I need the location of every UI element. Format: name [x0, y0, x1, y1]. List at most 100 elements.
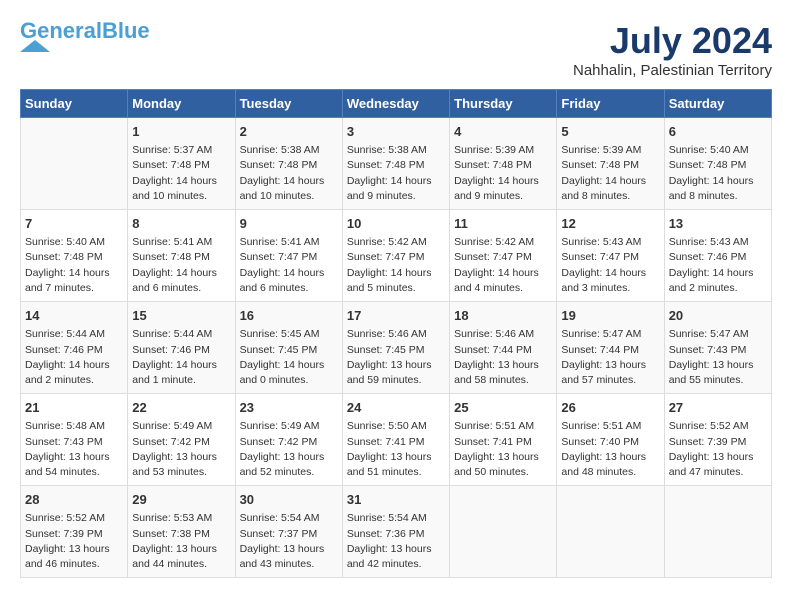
header-cell-wednesday: Wednesday — [342, 90, 449, 118]
day-number: 23 — [240, 399, 338, 417]
day-number: 22 — [132, 399, 230, 417]
header-cell-saturday: Saturday — [664, 90, 771, 118]
header-cell-tuesday: Tuesday — [235, 90, 342, 118]
day-number: 16 — [240, 307, 338, 325]
day-number: 21 — [25, 399, 123, 417]
day-number: 31 — [347, 491, 445, 509]
header-cell-thursday: Thursday — [450, 90, 557, 118]
day-number: 29 — [132, 491, 230, 509]
cell-content: Sunrise: 5:40 AMSunset: 7:48 PMDaylight:… — [669, 143, 767, 204]
cell-content: Sunrise: 5:42 AMSunset: 7:47 PMDaylight:… — [454, 235, 552, 296]
day-cell: 21 Sunrise: 5:48 AMSunset: 7:43 PMDayligh… — [21, 394, 128, 486]
day-cell: 4 Sunrise: 5:39 AMSunset: 7:48 PMDaylight… — [450, 118, 557, 210]
day-number: 18 — [454, 307, 552, 325]
cell-content: Sunrise: 5:54 AMSunset: 7:37 PMDaylight:… — [240, 511, 338, 572]
cell-content: Sunrise: 5:46 AMSunset: 7:45 PMDaylight:… — [347, 327, 445, 388]
calendar-table: SundayMondayTuesdayWednesdayThursdayFrid… — [20, 89, 772, 578]
day-number: 15 — [132, 307, 230, 325]
day-number: 6 — [669, 123, 767, 141]
day-number: 3 — [347, 123, 445, 141]
cell-content: Sunrise: 5:41 AMSunset: 7:48 PMDaylight:… — [132, 235, 230, 296]
logo-icon — [20, 40, 50, 52]
day-cell: 17 Sunrise: 5:46 AMSunset: 7:45 PMDayligh… — [342, 302, 449, 394]
cell-content: Sunrise: 5:38 AMSunset: 7:48 PMDaylight:… — [347, 143, 445, 204]
cell-content: Sunrise: 5:52 AMSunset: 7:39 PMDaylight:… — [669, 419, 767, 480]
day-cell: 8 Sunrise: 5:41 AMSunset: 7:48 PMDaylight… — [128, 210, 235, 302]
day-cell: 5 Sunrise: 5:39 AMSunset: 7:48 PMDaylight… — [557, 118, 664, 210]
day-number: 5 — [561, 123, 659, 141]
day-number: 28 — [25, 491, 123, 509]
cell-content: Sunrise: 5:39 AMSunset: 7:48 PMDaylight:… — [561, 143, 659, 204]
day-cell: 27Sunrise: 5:52 AMSunset: 7:39 PMDayligh… — [664, 394, 771, 486]
cell-content: Sunrise: 5:48 AMSunset: 7:43 PMDaylight:… — [25, 419, 123, 480]
day-cell: 30 Sunrise: 5:54 AMSunset: 7:37 PMDayligh… — [235, 486, 342, 578]
day-number: 17 — [347, 307, 445, 325]
logo-text: GeneralBlue — [20, 20, 150, 42]
cell-content: Sunrise: 5:45 AMSunset: 7:45 PMDaylight:… — [240, 327, 338, 388]
week-row-2: 7Sunrise: 5:40 AMSunset: 7:48 PMDaylight… — [21, 210, 772, 302]
day-number: 19 — [561, 307, 659, 325]
day-number: 9 — [240, 215, 338, 233]
cell-content: Sunrise: 5:47 AMSunset: 7:44 PMDaylight:… — [561, 327, 659, 388]
cell-content: Sunrise: 5:51 AMSunset: 7:41 PMDaylight:… — [454, 419, 552, 480]
day-cell — [21, 118, 128, 210]
day-cell: 6 Sunrise: 5:40 AMSunset: 7:48 PMDaylight… — [664, 118, 771, 210]
cell-content: Sunrise: 5:40 AMSunset: 7:48 PMDaylight:… — [25, 235, 123, 296]
day-number: 8 — [132, 215, 230, 233]
day-cell: 7Sunrise: 5:40 AMSunset: 7:48 PMDaylight… — [21, 210, 128, 302]
day-cell: 10Sunrise: 5:42 AMSunset: 7:47 PMDayligh… — [342, 210, 449, 302]
day-cell: 26Sunrise: 5:51 AMSunset: 7:40 PMDayligh… — [557, 394, 664, 486]
cell-content: Sunrise: 5:43 AMSunset: 7:46 PMDaylight:… — [669, 235, 767, 296]
cell-content: Sunrise: 5:38 AMSunset: 7:48 PMDaylight:… — [240, 143, 338, 204]
day-cell: 14 Sunrise: 5:44 AMSunset: 7:46 PMDayligh… — [21, 302, 128, 394]
day-cell: 18 Sunrise: 5:46 AMSunset: 7:44 PMDayligh… — [450, 302, 557, 394]
cell-content: Sunrise: 5:54 AMSunset: 7:36 PMDaylight:… — [347, 511, 445, 572]
week-row-1: 1 Sunrise: 5:37 AMSunset: 7:48 PMDaylight… — [21, 118, 772, 210]
week-row-3: 14 Sunrise: 5:44 AMSunset: 7:46 PMDayligh… — [21, 302, 772, 394]
day-cell: 29Sunrise: 5:53 AMSunset: 7:38 PMDayligh… — [128, 486, 235, 578]
cell-content: Sunrise: 5:50 AMSunset: 7:41 PMDaylight:… — [347, 419, 445, 480]
day-cell — [664, 486, 771, 578]
day-cell: 19 Sunrise: 5:47 AMSunset: 7:44 PMDayligh… — [557, 302, 664, 394]
cell-content: Sunrise: 5:47 AMSunset: 7:43 PMDaylight:… — [669, 327, 767, 388]
logo-blue: Blue — [102, 18, 150, 43]
day-cell: 28Sunrise: 5:52 AMSunset: 7:39 PMDayligh… — [21, 486, 128, 578]
day-number: 26 — [561, 399, 659, 417]
day-number: 13 — [669, 215, 767, 233]
cell-content: Sunrise: 5:37 AMSunset: 7:48 PMDaylight:… — [132, 143, 230, 204]
location-title: Nahhalin, Palestinian Territory — [573, 62, 772, 79]
cell-content: Sunrise: 5:49 AMSunset: 7:42 PMDaylight:… — [240, 419, 338, 480]
cell-content: Sunrise: 5:46 AMSunset: 7:44 PMDaylight:… — [454, 327, 552, 388]
day-cell: 16 Sunrise: 5:45 AMSunset: 7:45 PMDayligh… — [235, 302, 342, 394]
day-cell: 3 Sunrise: 5:38 AMSunset: 7:48 PMDaylight… — [342, 118, 449, 210]
day-number: 1 — [132, 123, 230, 141]
day-number: 30 — [240, 491, 338, 509]
day-cell: 23 Sunrise: 5:49 AMSunset: 7:42 PMDayligh… — [235, 394, 342, 486]
calendar-header-row: SundayMondayTuesdayWednesdayThursdayFrid… — [21, 90, 772, 118]
cell-content: Sunrise: 5:42 AMSunset: 7:47 PMDaylight:… — [347, 235, 445, 296]
day-number: 12 — [561, 215, 659, 233]
day-cell: 12Sunrise: 5:43 AMSunset: 7:47 PMDayligh… — [557, 210, 664, 302]
header-cell-sunday: Sunday — [21, 90, 128, 118]
header-cell-monday: Monday — [128, 90, 235, 118]
header: GeneralBlue July 2024 Nahhalin, Palestin… — [20, 20, 772, 79]
day-cell: 1 Sunrise: 5:37 AMSunset: 7:48 PMDaylight… — [128, 118, 235, 210]
day-cell: 15Sunrise: 5:44 AMSunset: 7:46 PMDayligh… — [128, 302, 235, 394]
cell-content: Sunrise: 5:41 AMSunset: 7:47 PMDaylight:… — [240, 235, 338, 296]
day-cell: 24 Sunrise: 5:50 AMSunset: 7:41 PMDayligh… — [342, 394, 449, 486]
day-cell: 11 Sunrise: 5:42 AMSunset: 7:47 PMDayligh… — [450, 210, 557, 302]
week-row-5: 28Sunrise: 5:52 AMSunset: 7:39 PMDayligh… — [21, 486, 772, 578]
header-cell-friday: Friday — [557, 90, 664, 118]
day-cell: 31 Sunrise: 5:54 AMSunset: 7:36 PMDayligh… — [342, 486, 449, 578]
day-number: 25 — [454, 399, 552, 417]
day-number: 14 — [25, 307, 123, 325]
day-cell: 20Sunrise: 5:47 AMSunset: 7:43 PMDayligh… — [664, 302, 771, 394]
title-area: July 2024 Nahhalin, Palestinian Territor… — [573, 20, 772, 79]
cell-content: Sunrise: 5:44 AMSunset: 7:46 PMDaylight:… — [25, 327, 123, 388]
day-number: 4 — [454, 123, 552, 141]
month-year-title: July 2024 — [573, 20, 772, 62]
day-cell: 2Sunrise: 5:38 AMSunset: 7:48 PMDaylight… — [235, 118, 342, 210]
day-number: 24 — [347, 399, 445, 417]
day-number: 11 — [454, 215, 552, 233]
cell-content: Sunrise: 5:39 AMSunset: 7:48 PMDaylight:… — [454, 143, 552, 204]
